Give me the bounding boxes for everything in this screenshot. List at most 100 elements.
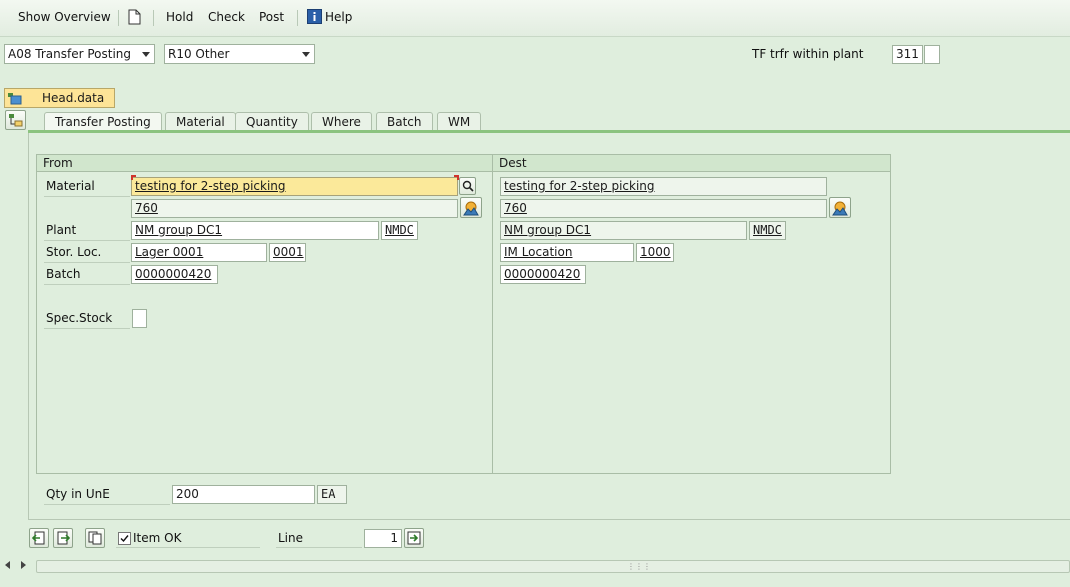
from-material-description-field[interactable]: testing for 2-step picking [131, 177, 458, 196]
chevron-down-icon [142, 52, 150, 57]
post-button[interactable]: Post [259, 10, 284, 24]
material-display-icon [832, 200, 848, 219]
dest-material-display-button[interactable] [829, 197, 851, 218]
help-button[interactable]: Help [325, 10, 352, 24]
go-to-line-icon [407, 531, 421, 548]
from-batch-field[interactable]: 0000000420 [131, 265, 218, 284]
from-material-description-value: testing for 2-step picking [135, 179, 286, 193]
batch-label: Batch [46, 267, 81, 281]
tab-wm[interactable]: WM [437, 112, 482, 132]
special-stock-field[interactable] [132, 309, 147, 328]
plant-label: Plant [46, 223, 77, 237]
tab-batch[interactable]: Batch [376, 112, 433, 132]
tab-where[interactable]: Where [311, 112, 372, 132]
action-dropdown[interactable]: A08 Transfer Posting [4, 44, 155, 64]
panel-tree-icon [9, 114, 23, 130]
label-underline [44, 504, 170, 505]
go-to-line-button[interactable] [404, 528, 424, 548]
search-help-button[interactable] [459, 177, 476, 195]
check-button[interactable]: Check [208, 10, 245, 24]
line-number-field[interactable]: 1 [364, 529, 402, 548]
dest-storage-location-code-field[interactable]: 1000 [636, 243, 674, 262]
tab-label: WM [448, 115, 471, 129]
chevron-down-icon [302, 52, 310, 57]
toolbar-separator [118, 10, 119, 26]
dest-plant-name-value: NM group DC1 [504, 223, 592, 237]
next-item-icon [56, 531, 71, 548]
movement-type-value: 311 [896, 47, 919, 61]
material-label: Material [46, 179, 95, 193]
tab-material[interactable]: Material [165, 112, 236, 132]
from-plant-name-field[interactable]: NM group DC1 [131, 221, 379, 240]
dest-group-title: Dest [493, 155, 890, 172]
dest-storage-location-name-value: IM Location [504, 245, 573, 259]
from-material-number-field[interactable]: 760 [131, 199, 458, 218]
expand-folder-icon [8, 92, 22, 110]
dest-plant-code-field[interactable]: NMDC [749, 221, 786, 240]
reference-dropdown-value: R10 Other [168, 47, 230, 61]
unit-of-entry-value: EA [321, 487, 336, 501]
tab-label: Transfer Posting [55, 115, 151, 129]
dest-material-number-value: 760 [504, 201, 527, 215]
scroll-left-icon[interactable] [5, 561, 10, 569]
tab-label: Material [176, 115, 225, 129]
toolbar-separator [297, 10, 298, 26]
hold-button[interactable]: Hold [166, 10, 193, 24]
previous-item-button[interactable] [29, 528, 49, 548]
dest-material-number-field[interactable]: 760 [500, 199, 827, 218]
head-data-label: Head.data [42, 91, 105, 105]
item-ok-checkbox[interactable] [118, 532, 131, 545]
focus-corner-marker [131, 175, 136, 180]
from-plant-code-value: NMDC [385, 223, 414, 237]
reference-dropdown[interactable]: R10 Other [164, 44, 315, 64]
material-display-icon [463, 200, 479, 219]
from-material-display-button[interactable] [460, 197, 482, 218]
from-plant-code-field[interactable]: NMDC [381, 221, 418, 240]
scroll-right-icon[interactable] [21, 561, 26, 569]
application-toolbar: Show Overview Hold Check Post Help [0, 0, 1070, 37]
checkmark-icon [120, 535, 129, 543]
from-material-number-value: 760 [135, 201, 158, 215]
tab-quantity[interactable]: Quantity [235, 112, 309, 132]
scrollbar-grip-icon: ⋮⋮⋮ [627, 562, 651, 571]
line-label: Line [278, 531, 304, 545]
tab-transfer-posting[interactable]: Transfer Posting [44, 112, 162, 132]
label-underline [276, 547, 362, 548]
show-overview-button[interactable]: Show Overview [18, 10, 111, 24]
item-ok-label: Item OK [133, 531, 182, 545]
line-number-value: 1 [390, 531, 398, 545]
collapse-panel-button[interactable] [5, 110, 26, 130]
unit-of-entry-field[interactable]: EA [317, 485, 347, 504]
toolbar-separator [153, 10, 154, 26]
tab-label: Batch [387, 115, 422, 129]
from-storage-location-code-value: 0001 [273, 245, 304, 259]
copy-item-button[interactable] [85, 528, 105, 548]
from-storage-location-name-field[interactable]: Lager 0001 [131, 243, 267, 262]
movement-type-field[interactable]: 311 [892, 45, 923, 64]
from-group-title: From [37, 155, 492, 172]
search-icon [462, 180, 474, 195]
label-underline [116, 547, 260, 548]
dest-plant-name-field[interactable]: NM group DC1 [500, 221, 747, 240]
dest-storage-location-code-value: 1000 [640, 245, 671, 259]
special-indicator-field[interactable] [924, 45, 940, 64]
label-underline [44, 240, 130, 241]
horizontal-scrollbar[interactable]: ⋮⋮⋮ [36, 560, 1070, 573]
next-item-button[interactable] [53, 528, 73, 548]
document-icon[interactable] [128, 9, 141, 28]
quantity-field[interactable]: 200 [172, 485, 315, 504]
from-plant-name-value: NM group DC1 [135, 223, 223, 237]
quantity-label: Qty in UnE [46, 487, 110, 501]
tab-label: Quantity [246, 115, 298, 129]
dest-storage-location-name-field[interactable]: IM Location [500, 243, 634, 262]
label-underline [44, 262, 130, 263]
dest-plant-code-value: NMDC [753, 223, 782, 237]
label-underline [44, 196, 130, 197]
dest-batch-field[interactable]: 0000000420 [500, 265, 586, 284]
from-storage-location-code-field[interactable]: 0001 [269, 243, 306, 262]
dest-material-description-value: testing for 2-step picking [504, 179, 655, 193]
movement-type-label: TF trfr within plant [752, 47, 864, 61]
info-icon[interactable] [307, 9, 322, 27]
dest-material-description-field[interactable]: testing for 2-step picking [500, 177, 827, 196]
head-data-button[interactable]: Head.data [4, 88, 115, 108]
